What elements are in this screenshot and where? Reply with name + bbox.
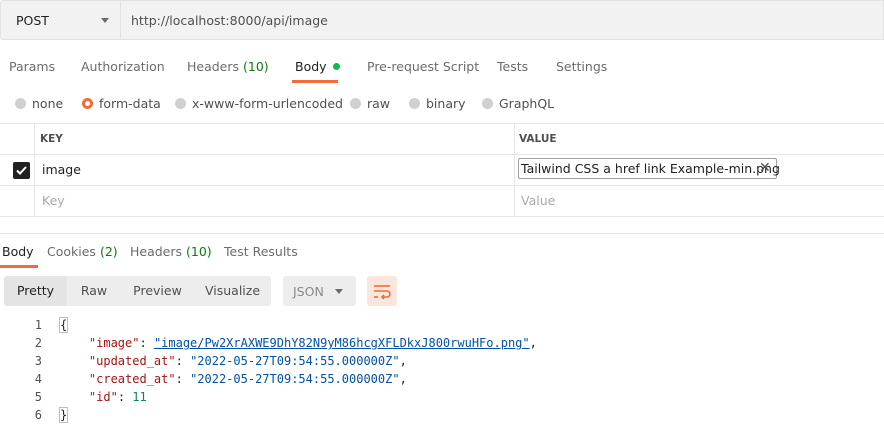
divider <box>0 154 884 155</box>
new-key-input[interactable]: Key <box>42 193 65 208</box>
divider <box>514 123 515 217</box>
request-tabs: Params Authorization Headers (10) Body P… <box>0 56 884 84</box>
divider <box>0 123 884 124</box>
radio-label: none <box>32 96 64 111</box>
row-enabled-checkbox[interactable] <box>13 162 30 179</box>
tab-authorization[interactable]: Authorization <box>81 59 165 74</box>
file-chip[interactable]: Tailwind CSS a href link Example-min.png… <box>518 158 780 179</box>
view-mode-visualize[interactable]: Visualize <box>194 276 271 306</box>
tab-response-body[interactable]: Body <box>2 244 34 259</box>
radio-on-icon <box>82 98 93 109</box>
check-icon <box>16 166 27 175</box>
divider <box>34 123 35 217</box>
response-tabs: Body Cookies (2) Headers (10) Test Resul… <box>0 241 884 268</box>
json-key: "created_at" <box>88 372 176 386</box>
radio-label: raw <box>367 96 391 111</box>
open-brace: { <box>58 317 69 333</box>
method-select[interactable]: POST <box>0 0 120 40</box>
line-number: 6 <box>34 408 42 422</box>
radio-label: form-data <box>99 96 161 111</box>
active-tab-underline <box>292 80 338 83</box>
url-input[interactable]: http://localhost:8000/api/image <box>120 0 884 40</box>
close-icon[interactable]: ✕ <box>759 160 771 176</box>
radio-off-icon <box>175 98 186 109</box>
divider <box>0 216 884 217</box>
tab-headers-count: (10) <box>243 59 269 74</box>
json-value: 11 <box>132 390 147 404</box>
json-key: "updated_at" <box>88 354 176 368</box>
radio-label: GraphQL <box>499 96 555 111</box>
value-column-header: VALUE <box>519 133 557 145</box>
request-url-bar: POST http://localhost:8000/api/image <box>0 0 884 40</box>
tab-cookies-count: (2) <box>99 244 118 259</box>
tab-cookies[interactable]: Cookies (2) <box>47 244 118 259</box>
tab-response-headers-label: Headers <box>130 244 183 259</box>
section-divider <box>0 233 884 234</box>
key-column-header: KEY <box>40 133 63 145</box>
line-number: 2 <box>34 336 42 350</box>
chevron-down-icon <box>335 289 343 294</box>
tab-settings[interactable]: Settings <box>556 59 607 74</box>
tab-params[interactable]: Params <box>9 59 55 74</box>
line-number: 5 <box>34 390 42 404</box>
body-has-content-dot <box>332 63 340 70</box>
method-label: POST <box>16 13 49 28</box>
url-text: http://localhost:8000/api/image <box>131 13 328 28</box>
active-tab-underline <box>0 265 38 268</box>
image-path-link[interactable]: "image/Pw2XrAXWE9DhY82N9yM86hcgXFLDkxJ80… <box>154 336 530 350</box>
wrap-lines-button[interactable] <box>367 276 397 306</box>
radio-off-icon <box>409 98 420 109</box>
tab-pre-request-script[interactable]: Pre-request Script <box>367 59 479 74</box>
close-brace: } <box>58 407 69 423</box>
radio-off-icon <box>350 98 361 109</box>
divider <box>0 185 884 186</box>
view-mode-pretty[interactable]: Pretty <box>4 276 67 306</box>
radio-label: binary <box>426 96 466 111</box>
tab-body-label: Body <box>295 59 327 74</box>
new-value-input[interactable]: Value <box>521 193 555 208</box>
json-value: "2022-05-27T09:54:55.000000Z" <box>190 354 400 368</box>
format-select[interactable]: JSON <box>283 276 356 306</box>
file-name: Tailwind CSS a href link Example-min.png <box>521 161 780 176</box>
body-type-radios: none form-data x-www-form-urlencoded raw… <box>0 95 884 115</box>
wrap-lines-icon <box>374 285 391 300</box>
view-mode-raw[interactable]: Raw <box>67 276 121 306</box>
format-label: JSON <box>293 284 324 299</box>
line-number: 3 <box>34 354 42 368</box>
tab-response-headers[interactable]: Headers (10) <box>130 244 212 259</box>
view-mode-selector: Pretty Raw Preview Visualize <box>4 276 271 306</box>
line-number: 1 <box>34 318 42 332</box>
json-key: "id" <box>88 390 118 404</box>
view-mode-preview[interactable]: Preview <box>121 276 194 306</box>
json-key: "image" <box>88 336 140 350</box>
tab-test-results[interactable]: Test Results <box>224 244 298 259</box>
tab-tests[interactable]: Tests <box>497 59 528 74</box>
line-number: 4 <box>34 372 42 386</box>
chevron-down-icon <box>101 18 109 23</box>
radio-off-icon <box>482 98 493 109</box>
radio-label: x-www-form-urlencoded <box>192 96 343 111</box>
tab-cookies-label: Cookies <box>47 244 96 259</box>
tab-headers[interactable]: Headers (10) <box>187 59 269 74</box>
tab-body[interactable]: Body <box>295 59 340 74</box>
tab-headers-label: Headers <box>187 59 240 74</box>
radio-off-icon <box>15 98 26 109</box>
key-field[interactable]: image <box>42 162 81 177</box>
json-value: "2022-05-27T09:54:55.000000Z" <box>190 372 400 386</box>
tab-response-headers-count: (10) <box>186 244 212 259</box>
